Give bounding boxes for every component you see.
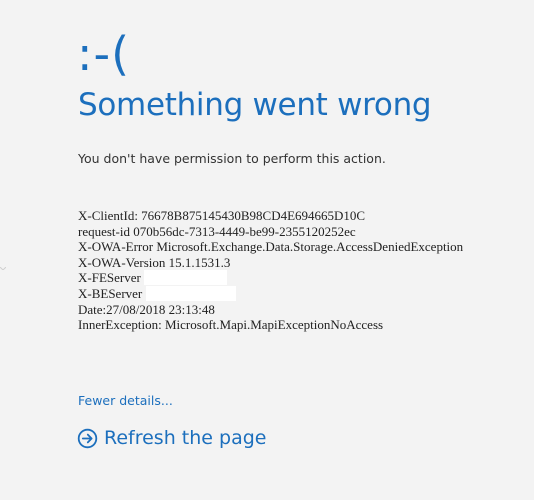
request-id-line: request-id 070b56dc-7313-4449-be99-23551… <box>78 223 356 239</box>
redacted-fe-server-value <box>144 270 228 286</box>
client-id-line: X-ClientId: 76678B875145430B98CD4E694665… <box>78 208 366 223</box>
circle-arrow-right-icon <box>77 428 98 449</box>
refresh-page-link[interactable]: Refresh the page <box>77 424 266 452</box>
error-message: You don't have permission to perform thi… <box>78 151 386 166</box>
page-title: Something went wrong <box>78 87 432 123</box>
fe-server-line: X-FEServer <box>78 270 463 286</box>
owa-error-line: X-OWA-Error Microsoft.Exchange.Data.Stor… <box>78 239 464 255</box>
be-server-label: X-BEServer <box>78 285 143 301</box>
redacted-be-server-value <box>145 285 236 301</box>
sad-face-emoticon: :-( <box>77 27 131 81</box>
inner-exception-line: InnerException: Microsoft.Mapi.MapiExcep… <box>78 317 384 333</box>
fewer-details-link[interactable]: Fewer details... <box>78 392 173 410</box>
owa-version-line: X-OWA-Version 15.1.1531.3 <box>78 254 231 270</box>
edge-artifact-mark <box>0 267 6 270</box>
date-line: Date:27/08/2018 23:13:48 <box>78 301 215 317</box>
be-server-line: X-BEServer <box>78 285 463 302</box>
fe-server-label: X-FEServer <box>78 270 141 286</box>
refresh-page-label: Refresh the page <box>104 427 267 449</box>
error-details-list: X-ClientId: 76678B875145430B98CD4E694665… <box>78 208 463 333</box>
